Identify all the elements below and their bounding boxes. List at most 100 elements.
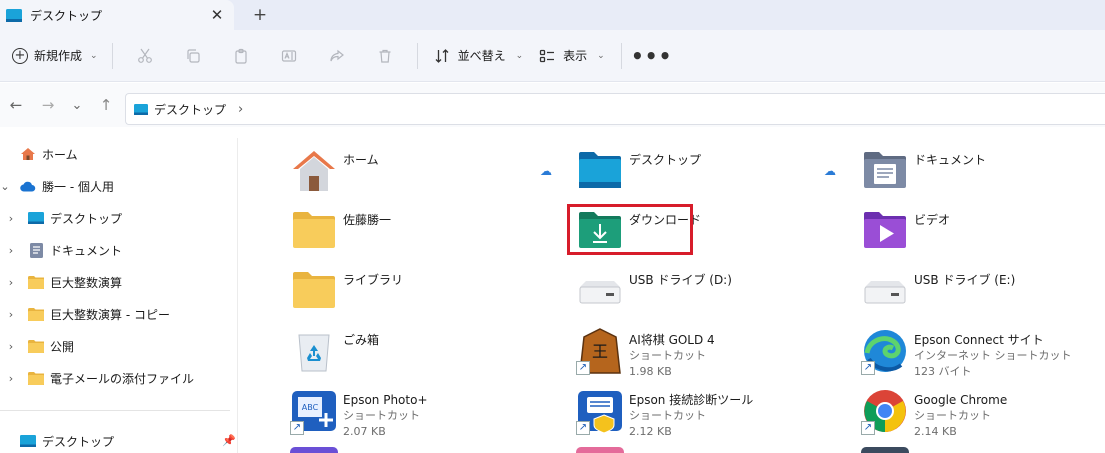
shogi-app-icon: 王 ↗: [576, 327, 624, 375]
sidebar-item-desktop[interactable]: › デスクトップ: [6, 206, 122, 230]
file-name: USB ドライブ (E:): [914, 273, 1016, 287]
sidebar-item-label: 公開: [50, 339, 75, 354]
chevron-right-icon[interactable]: ›: [6, 212, 16, 225]
more-options-button[interactable]: •••: [630, 40, 674, 72]
new-tab-button[interactable]: +: [247, 3, 273, 27]
desktop-folder-icon: [576, 147, 624, 195]
file-name: デスクトップ: [629, 153, 702, 167]
file-item-user-folder[interactable]: 佐藤勝一: [290, 207, 391, 255]
file-type: ショートカット: [629, 409, 706, 422]
cloud-sync-icon: ☁: [824, 164, 836, 178]
recycle-bin-icon: [290, 327, 338, 375]
sidebar-item-public[interactable]: › 公開: [6, 334, 74, 358]
file-item-epson-diag[interactable]: ↗ Epson 接続診断ツール ショートカット 2.12 KB: [576, 387, 753, 440]
tab-desktop[interactable]: デスクトップ ✕: [0, 0, 234, 30]
file-item-library[interactable]: ライブラリ: [290, 267, 403, 315]
up-button[interactable]: ↑: [90, 89, 122, 121]
delete-button[interactable]: [361, 40, 409, 72]
file-list: ホーム ☁ デスクトップ ☁ ドキュメント 佐藤勝一 ダウンロード ビデオ ライ…: [239, 127, 1105, 453]
file-item-videos[interactable]: ビデオ: [861, 207, 950, 255]
sidebar-item-folder-copy[interactable]: › 巨大整数演算 - コピー: [6, 302, 170, 326]
address-bar[interactable]: デスクトップ ›: [125, 93, 1105, 125]
file-type: ショートカット: [629, 349, 706, 362]
file-name: Epson Photo+: [343, 393, 428, 407]
sidebar-item-label: デスクトップ: [42, 434, 115, 449]
tab-title: デスクトップ: [30, 8, 103, 23]
folder-icon: [28, 275, 44, 289]
chevron-down-icon: ⌄: [597, 50, 605, 61]
sidebar-item-onedrive[interactable]: ⌄ 勝一 - 個人用: [0, 174, 114, 198]
chevron-right-icon[interactable]: ›: [6, 340, 16, 353]
home-icon: [20, 147, 36, 161]
edge-browser-icon: ↗: [861, 327, 909, 375]
sidebar-item-folder[interactable]: › 巨大整数演算: [6, 270, 122, 294]
partial-item-icon[interactable]: [861, 447, 909, 453]
sidebar-divider: [0, 410, 230, 411]
sort-icon: [435, 48, 449, 63]
breadcrumb-separator[interactable]: ›: [238, 102, 243, 117]
file-item-epson-connect[interactable]: ↗ Epson Connect サイト インターネット ショートカット 123 …: [861, 327, 1072, 380]
breadcrumb-desktop[interactable]: デスクトップ: [154, 101, 226, 118]
sidebar-item-label: ホーム: [42, 147, 78, 162]
sort-label: 並べ替え: [457, 49, 506, 63]
back-button[interactable]: ←: [0, 89, 32, 121]
file-item-epson-photo[interactable]: ABC ↗ Epson Photo+ ショートカット 2.07 KB: [290, 387, 428, 440]
close-tab-icon[interactable]: ✕: [204, 2, 230, 28]
view-list-icon: [539, 49, 555, 62]
sort-button[interactable]: 並べ替え ⌄: [426, 40, 532, 72]
partial-item-icon[interactable]: [290, 447, 338, 453]
trash-icon: [379, 49, 391, 63]
quick-access-desktop[interactable]: デスクトップ: [20, 429, 114, 453]
shortcut-arrow-icon: ↗: [861, 361, 875, 375]
command-bar: + 新規作成 ⌄ 並べ替え ⌄ 表示 ⌄ •••: [0, 30, 1105, 82]
clipboard-icon: [234, 48, 247, 64]
rename-icon: [281, 49, 296, 62]
desktop-folder-icon: [134, 103, 148, 115]
file-item-desktop[interactable]: デスクトップ: [576, 147, 701, 195]
sidebar-item-label: 巨大整数演算: [50, 275, 123, 290]
epson-diagnostics-icon: ↗: [576, 387, 624, 435]
chevron-down-icon: ⌄: [515, 50, 524, 61]
sidebar-item-label: 巨大整数演算 - コピー: [50, 307, 170, 322]
file-item-usb-d[interactable]: USB ドライブ (D:): [576, 267, 732, 315]
file-name: ドキュメント: [914, 153, 987, 167]
partial-item-icon[interactable]: [576, 447, 624, 453]
file-item-chrome[interactable]: ↗ Google Chrome ショートカット 2.14 KB: [861, 387, 1007, 440]
rename-button[interactable]: [265, 40, 313, 72]
file-item-usb-e[interactable]: USB ドライブ (E:): [861, 267, 1015, 315]
sidebar-item-home[interactable]: ホーム: [20, 142, 78, 166]
file-name: 佐藤勝一: [343, 213, 392, 227]
paste-button[interactable]: [217, 40, 265, 72]
file-name: Google Chrome: [914, 393, 1008, 407]
forward-button[interactable]: →: [32, 89, 64, 121]
new-button[interactable]: + 新規作成 ⌄: [6, 40, 104, 72]
sidebar-item-label: ドキュメント: [50, 243, 123, 258]
pin-icon[interactable]: 📌: [222, 434, 236, 447]
chevron-right-icon[interactable]: ›: [6, 276, 16, 289]
file-type: ショートカット: [343, 409, 420, 422]
copy-button[interactable]: [169, 40, 217, 72]
sidebar-item-email-attachments[interactable]: › 電子メールの添付ファイル: [6, 366, 194, 390]
chevron-down-icon[interactable]: ⌄: [0, 180, 10, 193]
chrome-icon: ↗: [861, 387, 909, 435]
cut-button[interactable]: [121, 40, 169, 72]
chevron-right-icon[interactable]: ›: [6, 372, 16, 385]
share-button[interactable]: [313, 40, 361, 72]
chevron-right-icon[interactable]: ›: [6, 308, 16, 321]
recent-locations-button[interactable]: ⌄: [64, 89, 90, 121]
sidebar-item-documents[interactable]: › ドキュメント: [6, 238, 122, 262]
file-size: 1.98 KB: [629, 365, 672, 378]
chevron-right-icon[interactable]: ›: [6, 244, 16, 257]
shortcut-arrow-icon: ↗: [290, 421, 304, 435]
chevron-down-icon: ⌄: [90, 50, 98, 61]
file-item-home[interactable]: ホーム: [290, 147, 379, 195]
file-size: 123 バイト: [914, 365, 972, 378]
file-type: ショートカット: [914, 409, 991, 422]
file-item-recycle-bin[interactable]: ごみ箱: [290, 327, 379, 375]
view-button[interactable]: 表示 ⌄: [531, 40, 613, 72]
file-item-documents[interactable]: ドキュメント: [861, 147, 986, 195]
desktop-folder-icon: [6, 8, 22, 22]
file-name: Epson Connect サイト: [914, 333, 1044, 347]
file-item-shogi[interactable]: 王 ↗ AI将棋 GOLD 4 ショートカット 1.98 KB: [576, 327, 715, 380]
desktop-folder-icon: [28, 211, 44, 225]
